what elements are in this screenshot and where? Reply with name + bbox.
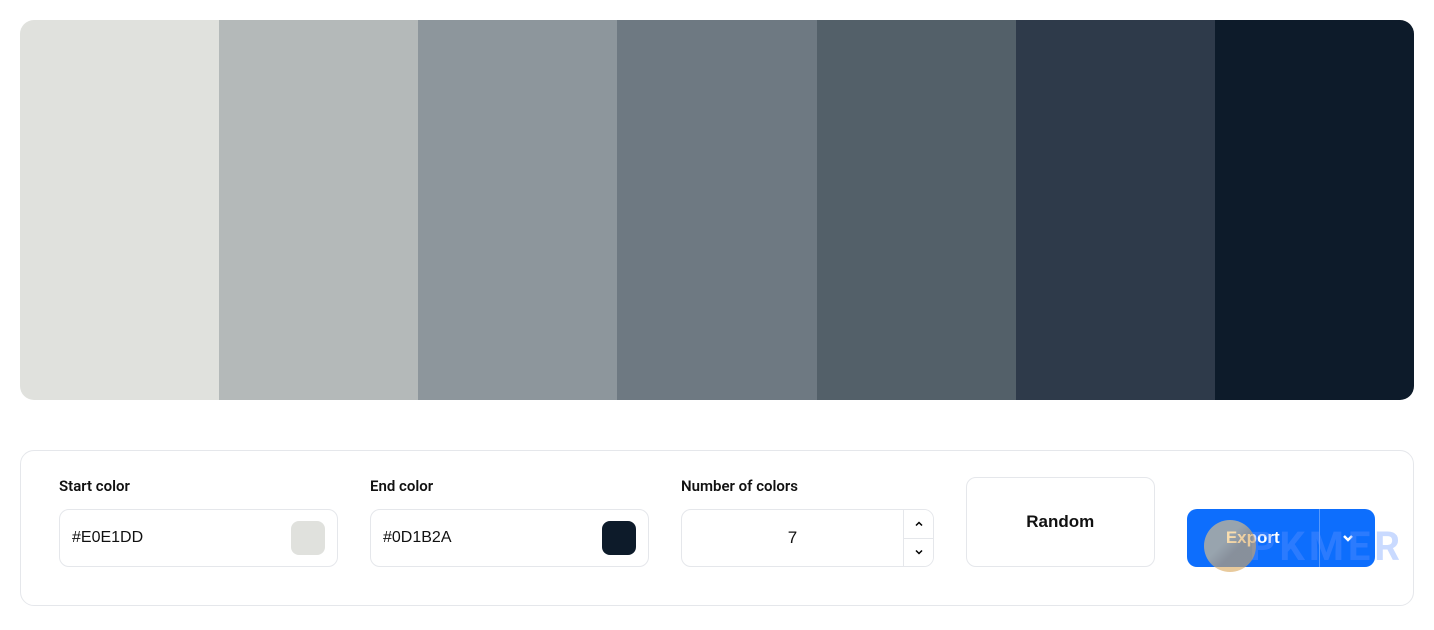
color-swatch[interactable] <box>617 20 816 400</box>
number-spinners <box>903 510 933 566</box>
color-swatch[interactable] <box>1016 20 1215 400</box>
export-button-group: Export <box>1187 509 1376 567</box>
number-of-colors-label: Number of colors <box>681 477 934 495</box>
color-palette <box>20 20 1414 400</box>
increment-button[interactable] <box>904 510 933 539</box>
color-swatch[interactable] <box>20 20 219 400</box>
color-swatch[interactable] <box>219 20 418 400</box>
start-color-input-wrap[interactable] <box>59 509 338 567</box>
end-color-label: End color <box>370 477 649 495</box>
number-of-colors-input[interactable] <box>682 510 903 566</box>
color-swatch[interactable] <box>418 20 617 400</box>
color-swatch[interactable] <box>1215 20 1414 400</box>
chevron-up-icon <box>913 518 925 530</box>
chevron-down-icon <box>1340 530 1356 546</box>
number-of-colors-input-wrap <box>681 509 934 567</box>
chevron-down-icon <box>913 546 925 558</box>
color-swatch[interactable] <box>817 20 1016 400</box>
start-color-label: Start color <box>59 477 338 495</box>
export-button[interactable]: Export <box>1187 509 1320 567</box>
random-button[interactable]: Random <box>966 477 1155 567</box>
start-color-group: Start color <box>59 477 338 567</box>
end-color-preview[interactable] <box>602 521 636 555</box>
export-action-group: Export <box>1187 477 1376 567</box>
end-color-group: End color <box>370 477 649 567</box>
start-color-input[interactable] <box>72 529 279 547</box>
end-color-input-wrap[interactable] <box>370 509 649 567</box>
random-action-group: Random <box>966 477 1155 567</box>
start-color-preview[interactable] <box>291 521 325 555</box>
controls-panel: Start color End color Number of colors <box>20 450 1414 606</box>
export-dropdown-button[interactable] <box>1319 509 1375 567</box>
number-of-colors-group: Number of colors <box>681 477 934 567</box>
decrement-button[interactable] <box>904 539 933 567</box>
end-color-input[interactable] <box>383 529 590 547</box>
